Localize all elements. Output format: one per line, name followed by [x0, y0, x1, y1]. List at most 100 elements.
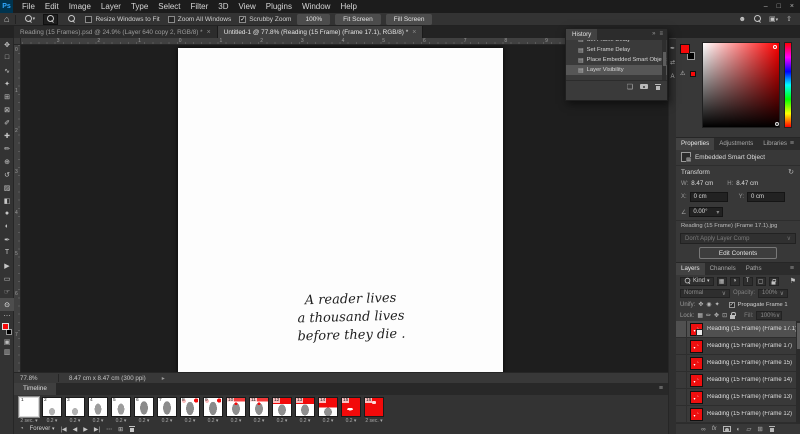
panel-tab[interactable]: Paths	[741, 263, 767, 275]
close-icon[interactable]: ×	[790, 3, 794, 10]
frame-delay-select[interactable]: 0.2 ▾	[134, 418, 154, 424]
menu-item[interactable]: 3D	[213, 0, 233, 13]
frame-thumbnail[interactable]: 8	[180, 397, 200, 417]
restore-icon[interactable]: □	[777, 3, 781, 10]
height-value[interactable]: 8.47 cm	[736, 180, 758, 187]
layer-thumbnail[interactable]	[690, 374, 703, 387]
healing-brush-tool[interactable]: ✚	[0, 129, 14, 142]
workspace-icon[interactable]: ▣▾	[769, 15, 778, 23]
zoom-in-button[interactable]	[43, 14, 58, 25]
home-icon[interactable]: ⌂	[4, 14, 9, 24]
timeline-frame[interactable]: 162 sec. ▾	[364, 397, 384, 424]
dodge-tool[interactable]: ◐	[0, 220, 14, 233]
eraser-tool[interactable]: ▨	[0, 181, 14, 194]
add-mask-icon[interactable]	[723, 426, 731, 432]
filter-pixel-layers-icon[interactable]: ▦	[717, 277, 727, 286]
rotate-icon[interactable]: ↻	[788, 168, 794, 176]
frame-thumbnail[interactable]: 11	[249, 397, 269, 417]
canvas[interactable]: A reader livesa thousand livesbefore the…	[178, 48, 503, 372]
menu-item[interactable]: File	[17, 0, 40, 13]
timeline-frame[interactable]: 30.2 ▾	[65, 397, 85, 424]
gamut-warning-icon[interactable]: ⚠	[680, 70, 685, 77]
document-tab[interactable]: Reading (15 Frames).psd @ 24.9% (Layer 6…	[14, 26, 218, 38]
path-selection-tool[interactable]: ▶	[0, 259, 14, 272]
frame-delay-select[interactable]: 2 sec. ▾	[364, 418, 384, 424]
layer-thumbnail[interactable]	[690, 391, 703, 404]
frame-delay-select[interactable]: 0.2 ▾	[157, 418, 177, 424]
menu-item[interactable]: Edit	[40, 0, 64, 13]
frame-thumbnail[interactable]: 5	[111, 397, 131, 417]
menu-item[interactable]: Image	[64, 0, 96, 13]
move-tool[interactable]: ✥	[0, 38, 14, 51]
panel-tab[interactable]: Properties	[676, 138, 714, 150]
menu-item[interactable]: Type	[126, 0, 153, 13]
frame-delay-select[interactable]: 0.2 ▾	[65, 418, 85, 424]
filter-adjustment-layers-icon[interactable]: ◑	[730, 277, 740, 286]
frame-thumbnail[interactable]: 16	[364, 397, 384, 417]
zoom-out-button[interactable]	[64, 14, 79, 25]
play-button[interactable]: ▶	[83, 426, 88, 433]
duplicate-frame-button[interactable]: ⊞	[118, 426, 123, 433]
frame-delay-select[interactable]: 0.2 ▾	[249, 418, 269, 424]
current-tool-icon[interactable]: ▾	[22, 14, 37, 25]
history-state[interactable]: ▤Set Frame Delay	[566, 45, 667, 55]
options-button[interactable]: Fill Screen	[386, 14, 433, 25]
frame-thumbnail[interactable]: 4	[88, 397, 108, 417]
fill-select[interactable]: 100%∨	[756, 311, 782, 320]
layer-row[interactable]: Reading (15 Frame) (Frame 17)	[676, 338, 800, 355]
panel-menu-icon[interactable]: ≡	[790, 263, 794, 275]
timeline-frame[interactable]: 70.2 ▾	[157, 397, 177, 424]
foreground-background-swatches[interactable]	[0, 322, 14, 337]
frame-delay-select[interactable]: 0.2 ▾	[111, 418, 131, 424]
opacity-select[interactable]: 100%∨	[758, 289, 788, 298]
edit-contents-button[interactable]: Edit Contents	[699, 247, 777, 259]
blend-mode-select[interactable]: Normal∨	[680, 289, 730, 298]
timeline-frame[interactable]: 140.2 ▾	[318, 397, 338, 424]
layer-visibility-toggle[interactable]	[676, 389, 687, 406]
timeline-frame[interactable]: 50.2 ▾	[111, 397, 131, 424]
timeline-frame[interactable]: 40.2 ▾	[88, 397, 108, 424]
marquee-tool[interactable]: □	[0, 51, 14, 64]
delete-state-icon[interactable]	[655, 83, 661, 91]
timeline-tab[interactable]: Timeline	[14, 383, 56, 395]
layers-scrollbar[interactable]	[796, 321, 800, 423]
timeline-frame[interactable]: 90.2 ▾	[203, 397, 223, 424]
frame-thumbnail[interactable]: 3	[65, 397, 85, 417]
new-document-from-state-icon[interactable]: ❏	[627, 83, 633, 91]
frame-thumbnail[interactable]: 14	[318, 397, 338, 417]
frame-thumbnail[interactable]: 15	[341, 397, 361, 417]
history-brush-tool[interactable]: ↺	[0, 168, 14, 181]
next-frame-button[interactable]: ▶|	[94, 426, 100, 433]
frame-delay-select[interactable]: 0.2 ▾	[318, 418, 338, 424]
options-checkbox[interactable]: Zoom All Windows	[168, 16, 231, 23]
document-tab[interactable]: Untitled-1 @ 77.8% (Reading (15 Frame) (…	[218, 26, 424, 38]
unify-visibility-icon[interactable]: ◉	[706, 301, 711, 308]
frame-delay-select[interactable]: 0.2 ▾	[180, 418, 200, 424]
frame-thumbnail[interactable]: 9	[203, 397, 223, 417]
propagate-checkbox[interactable]	[729, 302, 735, 308]
looping-options-icon[interactable]: ◔	[20, 426, 24, 432]
timeline-frame[interactable]: 120.2 ▾	[272, 397, 292, 424]
quick-selection-tool[interactable]: ✦	[0, 77, 14, 90]
lock-artboard-icon[interactable]: ⊡	[722, 312, 727, 319]
layer-row[interactable]: Reading (15 Frame) (Frame 12)	[676, 406, 800, 423]
screen-mode-icon[interactable]: ▥	[0, 347, 14, 357]
frame-tool[interactable]: ⊠	[0, 103, 14, 116]
unify-position-icon[interactable]: ✥	[698, 301, 703, 308]
minimize-icon[interactable]: –	[764, 3, 768, 10]
panel-tab[interactable]: Libraries	[758, 138, 792, 150]
layer-thumbnail[interactable]	[690, 340, 703, 353]
lock-transparency-icon[interactable]: ▦	[697, 312, 703, 319]
frame-delay-select[interactable]: 0.2 ▾	[295, 418, 315, 424]
close-tab-icon[interactable]: ×	[207, 29, 211, 36]
link-layers-icon[interactable]: ∞	[701, 426, 706, 433]
layer-row[interactable]: Reading (15 Frame) (Frame 13)	[676, 389, 800, 406]
menu-item[interactable]: Layer	[96, 0, 126, 13]
new-layer-icon[interactable]: ⊞	[757, 425, 762, 433]
timeline-frame[interactable]: 60.2 ▾	[134, 397, 154, 424]
history-tab[interactable]: History	[566, 29, 597, 40]
foreground-background-swatches[interactable]	[680, 44, 698, 62]
frame-thumbnail[interactable]: 10	[226, 397, 246, 417]
status-options-icon[interactable]: ▸	[162, 375, 165, 382]
timeline-frame[interactable]: 100.2 ▾	[226, 397, 246, 424]
